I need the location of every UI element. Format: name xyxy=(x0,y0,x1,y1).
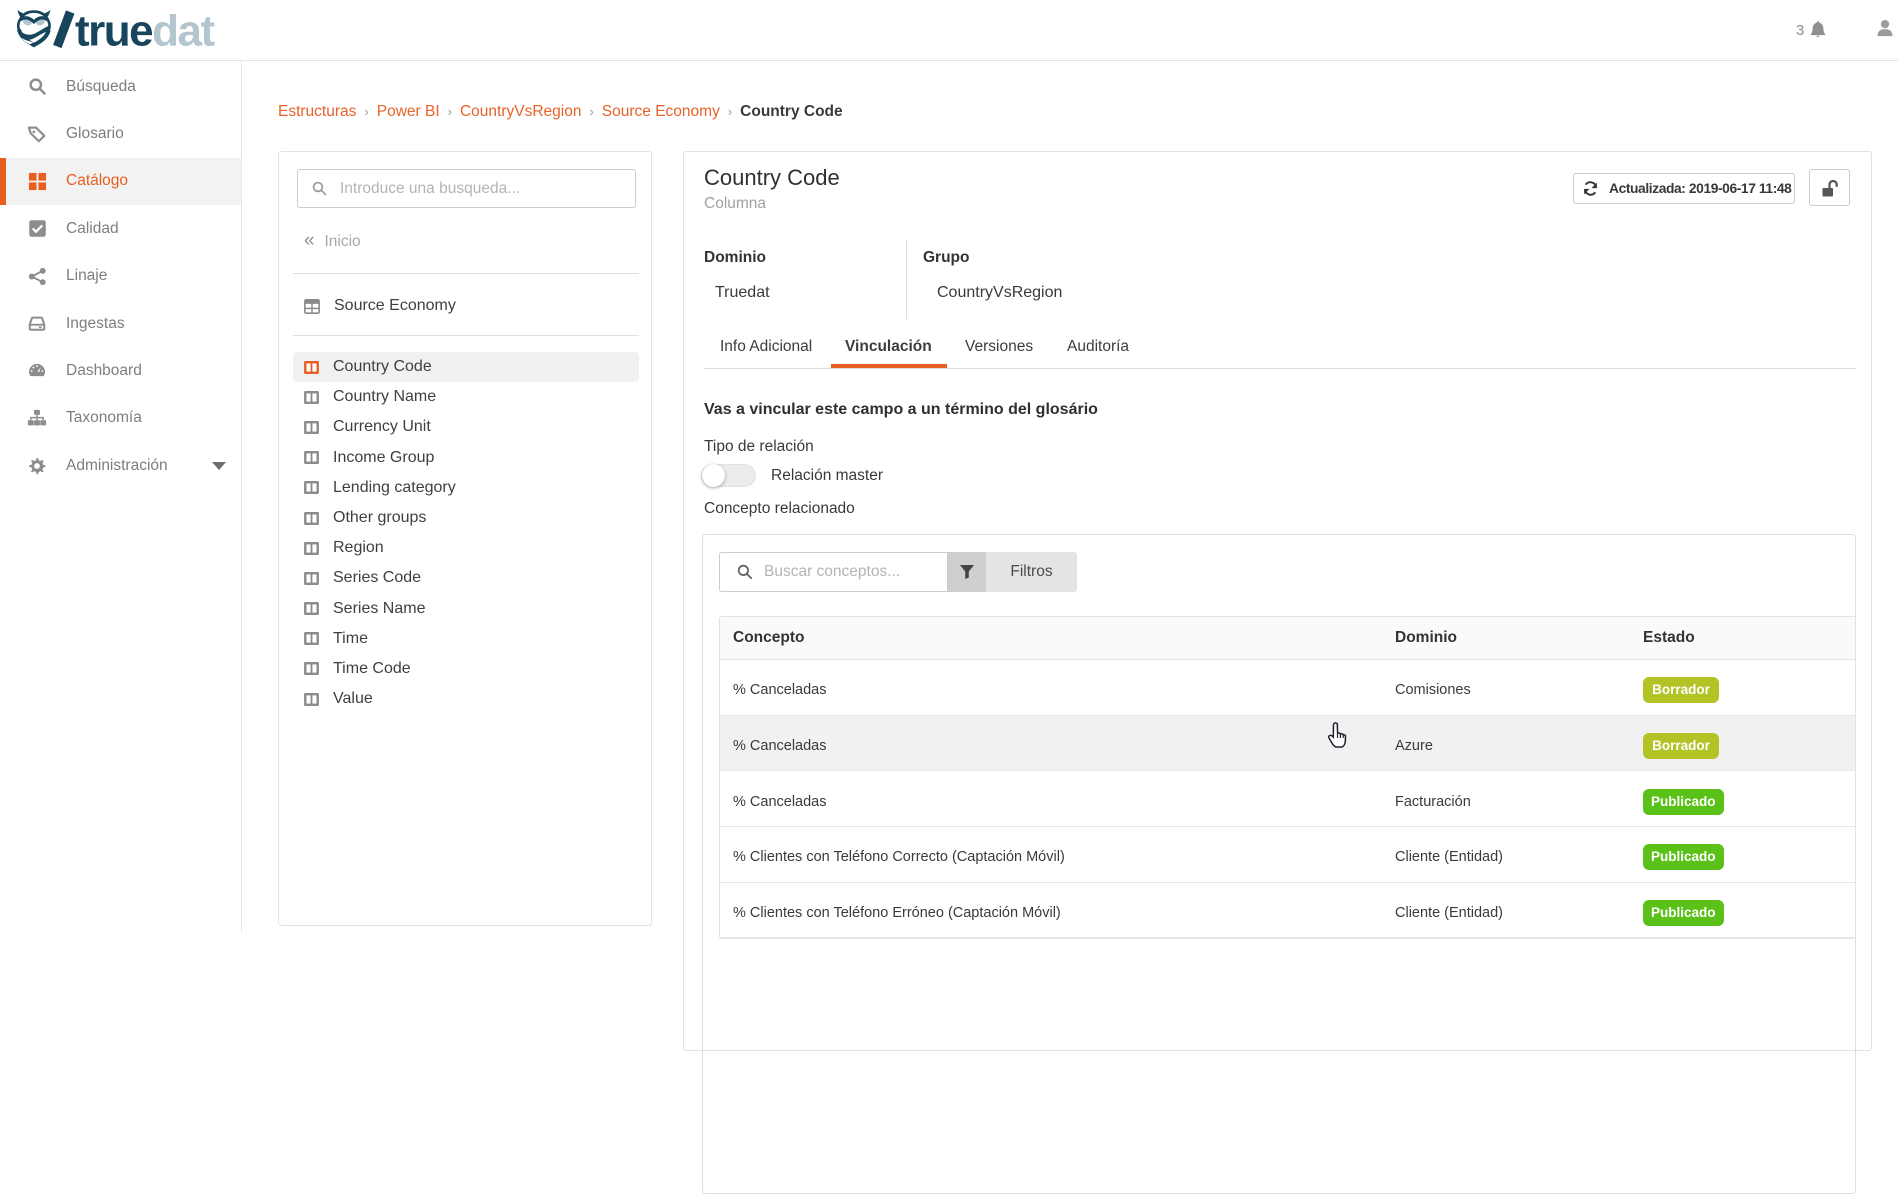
svg-text:truedat: truedat xyxy=(75,7,215,50)
